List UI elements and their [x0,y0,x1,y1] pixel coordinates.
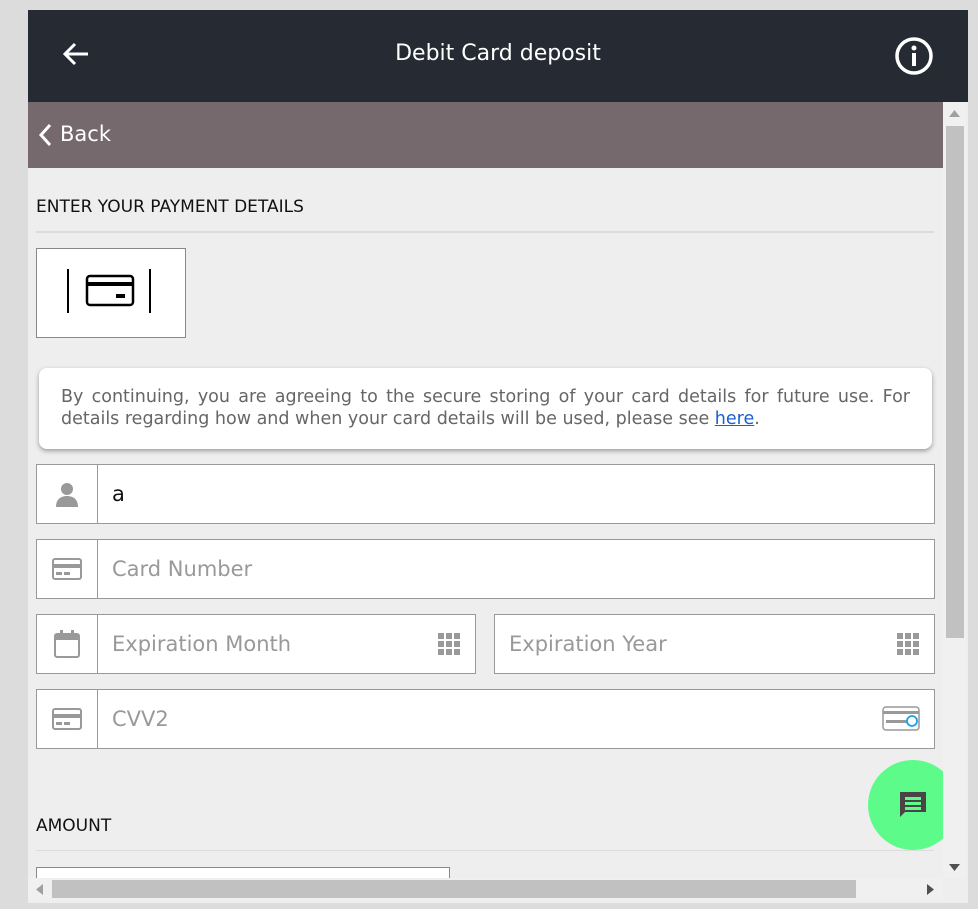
notice-end: . [754,409,760,429]
chevron-left-icon [38,123,52,147]
scroll-right-icon[interactable] [927,884,934,895]
card-number-input[interactable]: Card Number [98,557,934,581]
expiration-year-field[interactable]: Expiration Year [494,614,935,674]
credit-card-icon [67,269,151,313]
grid-icon [897,632,919,655]
vertical-scrollbar[interactable] [943,102,966,878]
grid-icon [438,632,460,655]
notice-link[interactable]: here [715,409,754,429]
cvv-card-icon [882,706,920,731]
card-method-option[interactable] [36,248,186,338]
divider [36,231,934,233]
payment-section-title: ENTER YOUR PAYMENT DETAILS [36,197,304,217]
app: Debit Card deposit Back ENTER YOUR PAYME… [28,10,968,903]
horizontal-scroll-thumb[interactable] [52,880,856,898]
card-number-field[interactable]: Card Number [36,539,935,599]
card-icon [52,708,82,730]
page-title: Debit Card deposit [395,41,601,66]
chat-icon [900,792,926,817]
divider [36,850,934,851]
card-icon [52,558,82,580]
header: Debit Card deposit [28,10,968,102]
vertical-scroll-thumb[interactable] [946,126,964,638]
scroll-up-icon[interactable] [949,110,960,117]
info-icon[interactable] [894,36,934,76]
cardholder-name-field[interactable]: a [36,464,935,524]
expiration-year-select[interactable]: Expiration Year [495,632,897,656]
amount-section-title: AMOUNT [36,816,112,836]
calendar-icon [54,630,80,658]
storage-notice: By continuing, you are agreeing to the s… [39,368,932,449]
expiration-month-field[interactable]: Expiration Month [36,614,476,674]
cvv-field[interactable]: CVV2 [36,689,935,749]
cardholder-name-value[interactable]: a [98,482,934,506]
back-label: Back [60,122,111,146]
scroll-left-icon[interactable] [36,884,43,895]
notice-text: By continuing, you are agreeing to the s… [61,387,910,429]
expiration-month-select[interactable]: Expiration Month [98,632,438,656]
horizontal-scrollbar[interactable] [28,878,943,900]
cvv-input[interactable]: CVV2 [98,707,882,731]
back-button[interactable]: Back [28,102,943,168]
user-icon [56,483,78,507]
scroll-down-icon[interactable] [949,864,960,871]
